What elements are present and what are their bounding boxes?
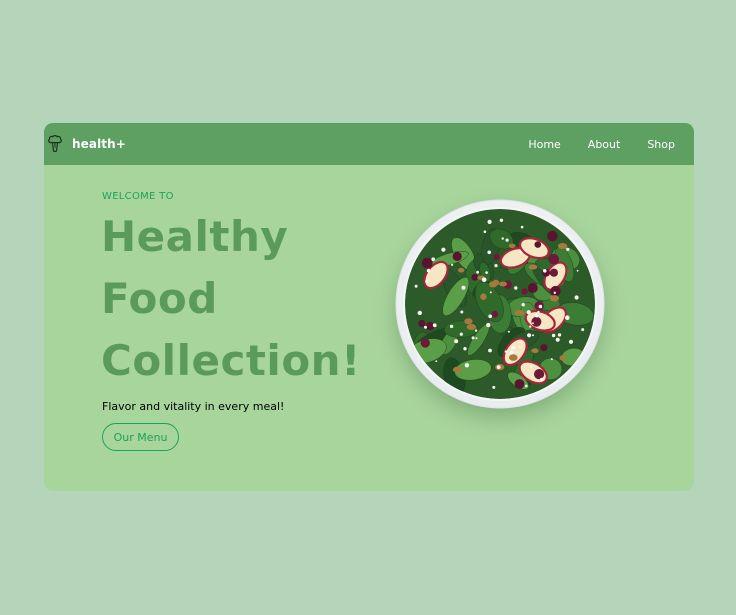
our-menu-button[interactable]: Our Menu — [102, 423, 179, 451]
nav-about-link[interactable]: About — [588, 138, 621, 151]
welcome-eyebrow: WELCOME TO — [102, 191, 174, 202]
headline-line-1: Healthy — [101, 212, 289, 261]
tagline: Flavor and vitality in every meal! — [102, 400, 285, 413]
nav-shop-link[interactable]: Shop — [647, 138, 675, 151]
headline-line-2: Food — [101, 274, 218, 323]
headline-line-3: Collection! — [101, 336, 361, 385]
navbar: health+ Home About Shop — [44, 123, 694, 165]
nav-home-link[interactable]: Home — [528, 138, 560, 151]
broccoli-icon — [48, 135, 62, 153]
brand-name: health+ — [72, 137, 126, 151]
brand[interactable]: health+ — [44, 123, 126, 165]
landing-card: health+ Home About Shop WELCOME TO Healt… — [44, 123, 694, 491]
nav-links: Home About Shop — [501, 123, 675, 165]
salad-bowl-image — [395, 199, 605, 409]
